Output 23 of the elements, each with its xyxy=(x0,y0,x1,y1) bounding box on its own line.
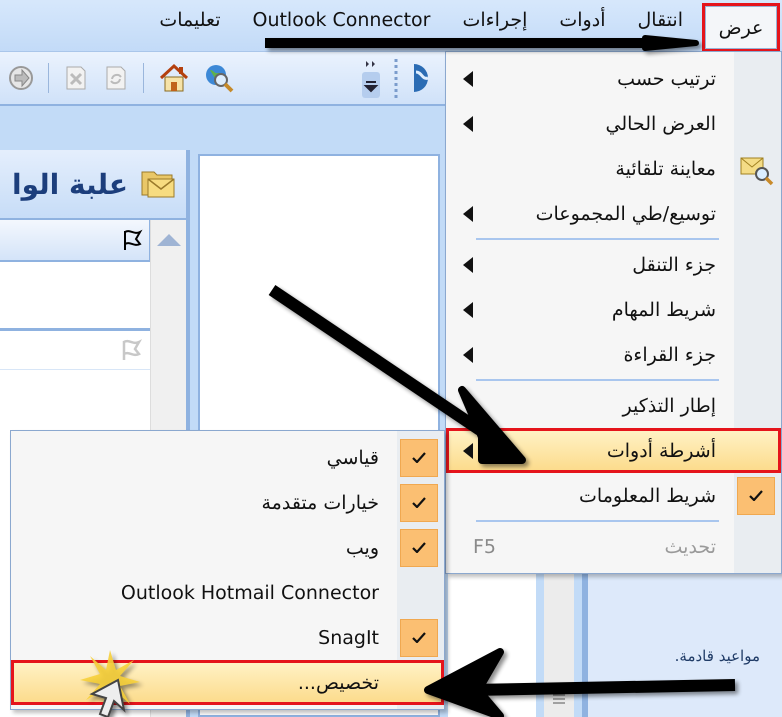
menu-item[interactable]: ويب xyxy=(11,525,444,570)
menu-item[interactable]: جزء القراءة xyxy=(446,332,781,377)
menu-item[interactable]: توسيع/طي المجموعات xyxy=(446,191,781,236)
menu-item[interactable]: انتقال xyxy=(624,3,696,36)
menu-item[interactable]: أشرطة أدوات xyxy=(446,428,781,473)
menu-item[interactable]: تعليمات xyxy=(146,3,234,36)
menu-item[interactable]: قياسي xyxy=(11,435,444,480)
menu-item[interactable]: SnagIt xyxy=(11,615,444,660)
menu-item[interactable]: شريط المعلومات xyxy=(446,473,781,518)
menu-item[interactable]: جزء التنقل xyxy=(446,242,781,287)
menu-item[interactable]: شريط المهام xyxy=(446,287,781,332)
menu-item[interactable]: العرض الحالي xyxy=(446,101,781,146)
menu-item[interactable]: Outlook Connector xyxy=(239,3,444,36)
folder-title: علبة الوا xyxy=(12,168,128,200)
menu-item[interactable]: أدوات xyxy=(546,3,618,36)
appointments-text: مواعيد قادمة. xyxy=(674,647,761,665)
menu-item[interactable]: عرض xyxy=(702,3,780,52)
menu-item[interactable]: Outlook Hotmail Connector xyxy=(11,570,444,615)
menu-item[interactable]: إجراءات xyxy=(450,3,540,36)
menu-item[interactable]: معاينة تلقائية xyxy=(446,146,781,191)
menu-item[interactable]: إطار التذكير xyxy=(446,383,781,428)
menu-item[interactable]: تخصيص... xyxy=(11,660,444,705)
menu-item[interactable]: خيارات متقدمة xyxy=(11,480,444,525)
